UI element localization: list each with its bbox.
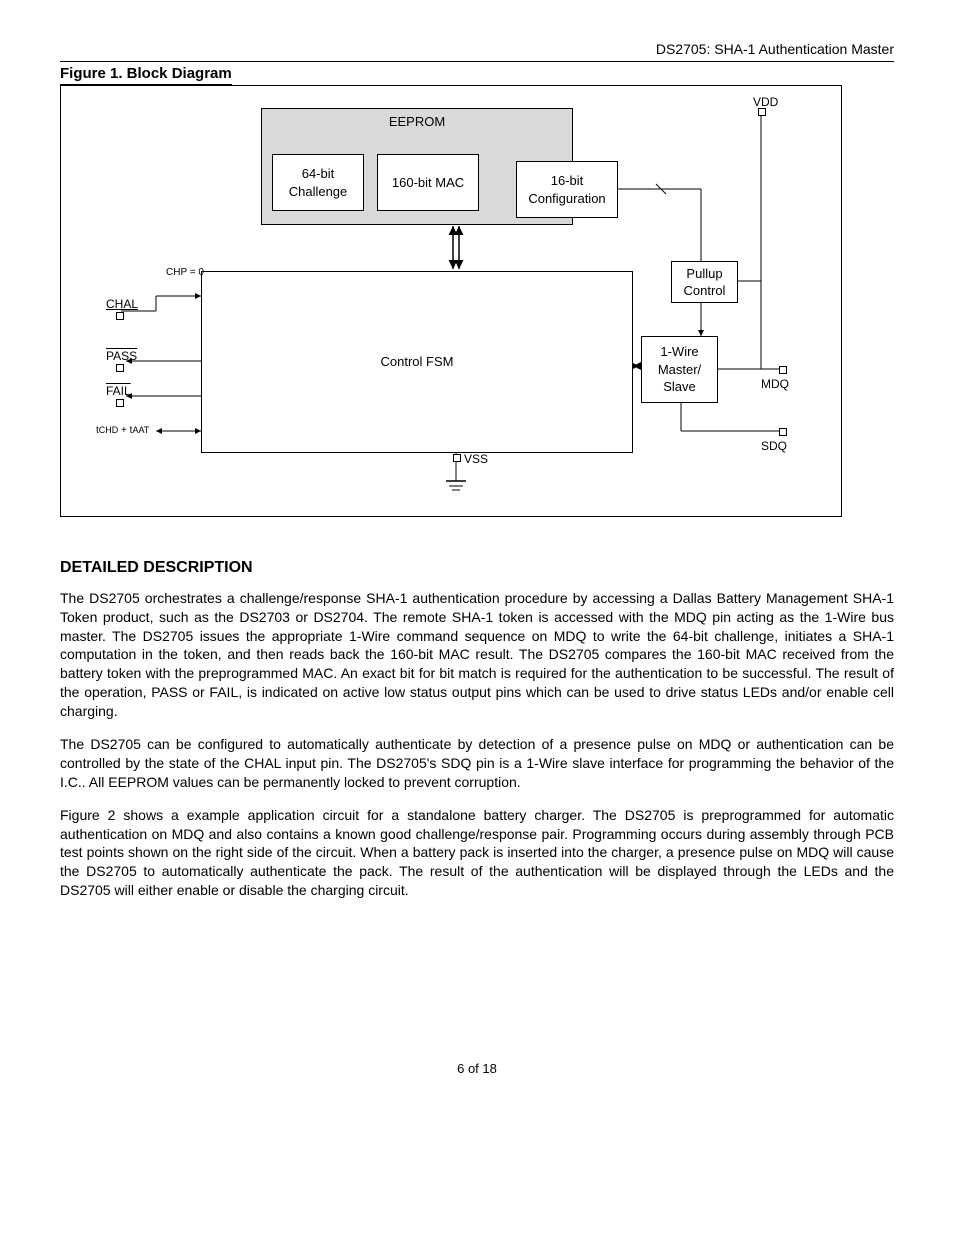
mac-block: 160-bit MAC — [377, 154, 479, 211]
paragraph-1: The DS2705 orchestrates a challenge/resp… — [60, 589, 894, 721]
block-diagram: EEPROM 64-bit Challenge 160-bit MAC 16-b… — [60, 85, 842, 517]
fail-pin-label: FAIL — [106, 383, 131, 399]
chal-pin-label: CHAL — [106, 296, 138, 312]
vss-pin-label: VSS — [464, 451, 488, 467]
page-footer: 6 of 18 — [60, 1060, 894, 1078]
chp-label: CHP = 0 — [166, 266, 204, 280]
pass-pin-label: PASS — [106, 348, 137, 364]
onewire-block: 1-Wire Master/ Slave — [641, 336, 718, 403]
timing-label: tCHD + tAAT — [96, 424, 149, 438]
eeprom-label: EEPROM — [262, 113, 572, 131]
chal-pin-box — [116, 312, 124, 320]
mdq-pin-box — [779, 366, 787, 374]
paragraph-3: Figure 2 shows a example application cir… — [60, 806, 894, 900]
sdq-pin-box — [779, 428, 787, 436]
config-block: 16-bit Configuration — [516, 161, 618, 218]
pass-pin-box — [116, 364, 124, 372]
section-heading: DETAILED DESCRIPTION — [60, 557, 894, 579]
fail-pin-box — [116, 399, 124, 407]
vdd-pin-box — [758, 108, 766, 116]
mdq-pin-label: MDQ — [761, 376, 789, 392]
control-fsm-block: Control FSM — [201, 271, 633, 453]
paragraph-2: The DS2705 can be configured to automati… — [60, 735, 894, 792]
pullup-block: Pullup Control — [671, 261, 738, 303]
sdq-pin-label: SDQ — [761, 438, 787, 454]
page-header: DS2705: SHA-1 Authentication Master — [60, 40, 894, 62]
vss-pin-box — [453, 454, 461, 462]
figure-title: Figure 1. Block Diagram — [60, 64, 232, 85]
challenge-block: 64-bit Challenge — [272, 154, 364, 211]
